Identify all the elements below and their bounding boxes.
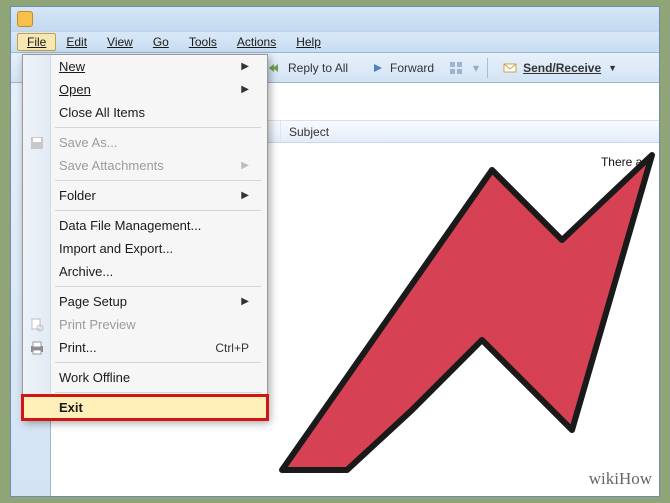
menu-save-as: Save As... [23,131,267,154]
print-preview-icon [29,317,45,333]
menu-page-setup[interactable]: Page Setup▶ [23,290,267,313]
menu-tools[interactable]: Tools [179,33,227,51]
menubar: File Edit View Go Tools Actions Help [11,31,659,53]
forward-icon [370,61,386,75]
menu-edit[interactable]: Edit [56,33,97,51]
reply-all-button[interactable]: Reply to All [261,58,355,78]
send-receive-icon [503,61,519,75]
menu-archive[interactable]: Archive... [23,260,267,283]
save-icon [29,135,45,151]
menu-work-offline[interactable]: Work Offline [23,366,267,389]
reply-all-label: Reply to All [288,61,348,75]
print-icon [29,340,45,356]
col-subject[interactable]: Subject [281,121,659,142]
menu-save-attachments: Save Attachments▶ [23,154,267,177]
print-shortcut: Ctrl+P [215,341,249,355]
wikihow-watermark: wikiHow [589,469,652,489]
menu-help[interactable]: Help [286,33,331,51]
file-menu-dropdown: New▶ Open▶ Close All Items Save As... Sa… [22,54,268,420]
forward-label: Forward [390,61,434,75]
menu-go[interactable]: Go [143,33,179,51]
titlebar [11,7,659,31]
reply-all-icon [268,61,284,75]
menu-close-all[interactable]: Close All Items [23,101,267,124]
menu-actions[interactable]: Actions [227,33,286,51]
menu-import-export[interactable]: Import and Export... [23,237,267,260]
forward-button[interactable]: Forward [363,58,441,78]
menu-file[interactable]: File [17,33,56,51]
menu-new[interactable]: New▶ [23,55,267,78]
menu-data-file-management[interactable]: Data File Management... [23,214,267,237]
send-receive-label: Send/Receive [523,61,601,75]
menu-view[interactable]: View [97,33,143,51]
menu-print-preview: Print Preview [23,313,267,336]
menu-open[interactable]: Open▶ [23,78,267,101]
send-receive-button[interactable]: Send/Receive ▼ [496,58,624,78]
app-icon [17,11,33,27]
menu-print[interactable]: Print... Ctrl+P [23,336,267,359]
menu-folder[interactable]: Folder▶ [23,184,267,207]
menu-exit[interactable]: Exit [23,396,267,419]
toolbar-grid-icon[interactable] [449,61,465,75]
